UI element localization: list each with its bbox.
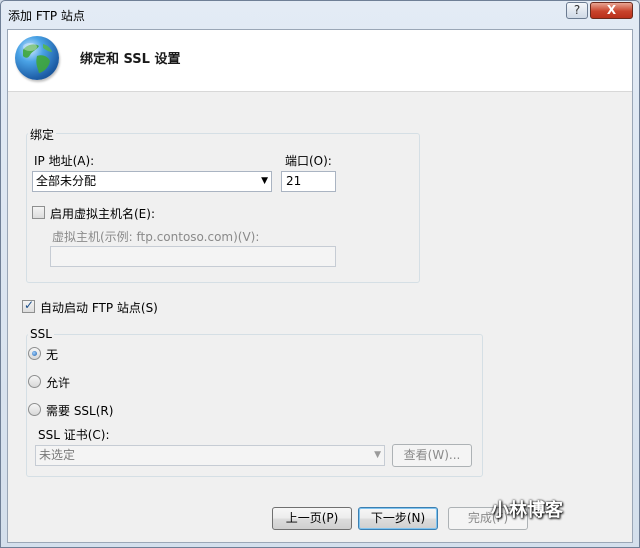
virtual-host-input[interactable] <box>50 246 336 267</box>
title-bar[interactable]: 添加 FTP 站点 ? X <box>1 1 639 29</box>
ssl-option-require-label[interactable]: 需要 SSL(R) <box>46 402 113 419</box>
binding-group-label: 绑定 <box>28 126 57 143</box>
ssl-certificate-value: 未选定 <box>39 448 76 462</box>
dialog-window: 添加 FTP 站点 ? X 绑定和 SSL 设置 绑定 IP 地址(A): 全部… <box>0 0 640 548</box>
ssl-option-allow-label[interactable]: 允许 <box>46 374 70 391</box>
port-input[interactable]: 21 <box>281 171 336 192</box>
ssl-option-allow-radio[interactable] <box>28 375 41 388</box>
globe-icon <box>15 36 59 80</box>
virtual-host-checkbox[interactable] <box>32 206 45 219</box>
ssl-certificate-dropdown[interactable]: 未选定 ▼ <box>35 445 385 466</box>
next-button[interactable]: 下一步(N) <box>358 507 438 530</box>
virtual-host-checkbox-label[interactable]: 启用虚拟主机名(E): <box>50 205 155 222</box>
previous-button[interactable]: 上一页(P) <box>272 507 352 530</box>
virtual-host-label: 虚拟主机(示例: ftp.contoso.com)(V): <box>52 230 260 244</box>
auto-start-checkbox[interactable]: ✓ <box>22 298 35 313</box>
radio-selected-dot <box>32 351 37 356</box>
dialog-content: 绑定和 SSL 设置 绑定 IP 地址(A): 全部未分配 ▼ 端口(O): 2… <box>7 29 633 543</box>
globe-continents <box>23 43 52 73</box>
window-title: 添加 FTP 站点 <box>8 9 85 23</box>
chevron-down-icon: ▼ <box>261 176 268 186</box>
ssl-option-require-radio[interactable] <box>28 403 41 416</box>
ssl-option-none-label[interactable]: 无 <box>46 346 58 363</box>
chevron-down-icon: ▼ <box>374 450 381 460</box>
close-button[interactable]: X <box>590 2 633 19</box>
view-certificate-button[interactable]: 查看(W)... <box>392 444 472 467</box>
ssl-certificate-label: SSL 证书(C): <box>38 428 110 442</box>
header-band: 绑定和 SSL 设置 <box>8 30 632 92</box>
ip-address-value: 全部未分配 <box>36 174 97 188</box>
ip-address-label: IP 地址(A): <box>34 154 95 168</box>
watermark-text: 小林博客 <box>491 500 563 521</box>
ssl-group-label: SSL <box>28 327 54 341</box>
ssl-option-none-radio[interactable] <box>28 347 41 360</box>
port-label: 端口(O): <box>285 154 332 168</box>
help-button[interactable]: ? <box>566 2 588 19</box>
auto-start-label[interactable]: 自动启动 FTP 站点(S) <box>40 299 158 316</box>
page-title: 绑定和 SSL 设置 <box>80 52 181 67</box>
ip-address-dropdown[interactable]: 全部未分配 ▼ <box>32 171 272 192</box>
checkmark-icon: ✓ <box>24 298 35 312</box>
